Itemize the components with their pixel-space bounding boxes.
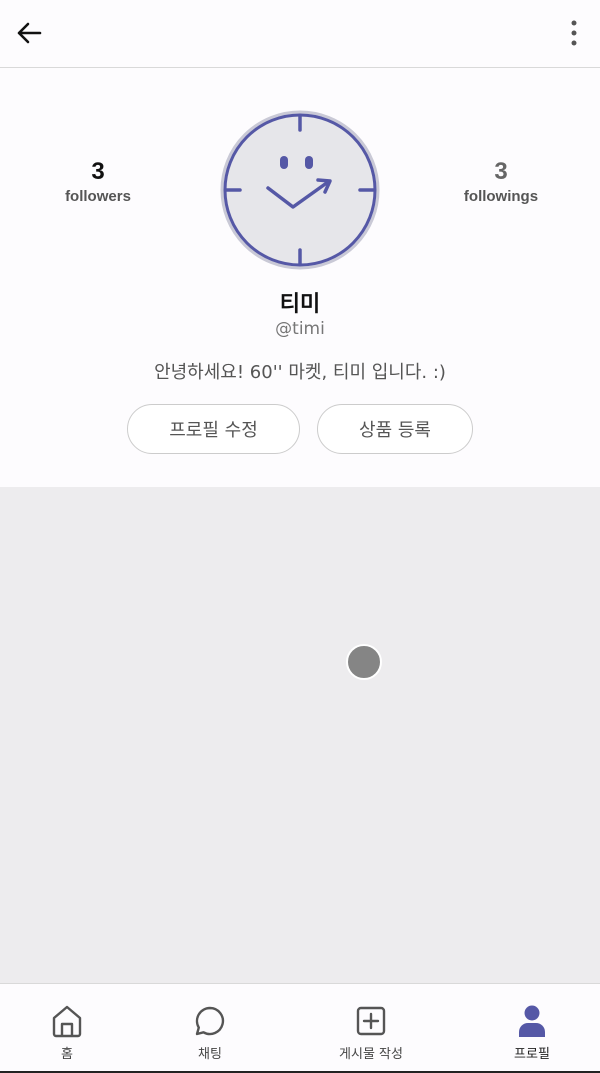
- avatar: [220, 110, 380, 270]
- tab-profile[interactable]: 프로필: [457, 984, 600, 1073]
- profile-header: 3 followers 3 followings 티미 @timi 안녕하세요!…: [0, 69, 600, 487]
- followings-count: 3: [494, 158, 508, 185]
- followings-label: followings: [463, 188, 539, 205]
- profile-handle: @timi: [275, 319, 325, 339]
- followers-count: 3: [91, 158, 105, 185]
- chat-icon: [195, 1006, 225, 1036]
- home-icon: [52, 1005, 82, 1038]
- tab-home[interactable]: 홈: [0, 984, 142, 1073]
- plus-square-icon: [356, 1006, 386, 1036]
- add-product-button[interactable]: 상품 등록: [317, 404, 473, 454]
- followings-stat[interactable]: 3 followings: [441, 157, 561, 207]
- tab-chat[interactable]: 채팅: [135, 984, 285, 1073]
- loading-spinner: [346, 644, 382, 680]
- profile-name: 티미: [279, 292, 321, 317]
- more-options-button[interactable]: [562, 16, 586, 50]
- tab-label: 프로필: [514, 1047, 550, 1062]
- top-app-bar: [0, 0, 600, 68]
- tab-label: 홈: [61, 1047, 73, 1062]
- followers-stat[interactable]: 3 followers: [38, 157, 158, 207]
- tab-label: 게시물 작성: [339, 1047, 403, 1062]
- edit-profile-button[interactable]: 프로필 수정: [127, 404, 300, 454]
- followers-label: followers: [65, 188, 131, 205]
- more-vertical-icon: [571, 20, 577, 46]
- arrow-left-icon: [17, 22, 42, 44]
- user-icon: [519, 1005, 545, 1037]
- clock-smile-logo-icon: [220, 110, 380, 270]
- bottom-tab-bar: 홈 채팅 게시물 작성 프로필: [0, 983, 600, 1073]
- back-button[interactable]: [12, 16, 46, 50]
- product-list-area: [0, 487, 600, 983]
- profile-bio: 안녕하세요! 60'' 마켓, 티미 입니다. :): [154, 362, 446, 383]
- tab-create-post[interactable]: 게시물 작성: [296, 984, 446, 1073]
- tab-label: 채팅: [198, 1047, 222, 1062]
